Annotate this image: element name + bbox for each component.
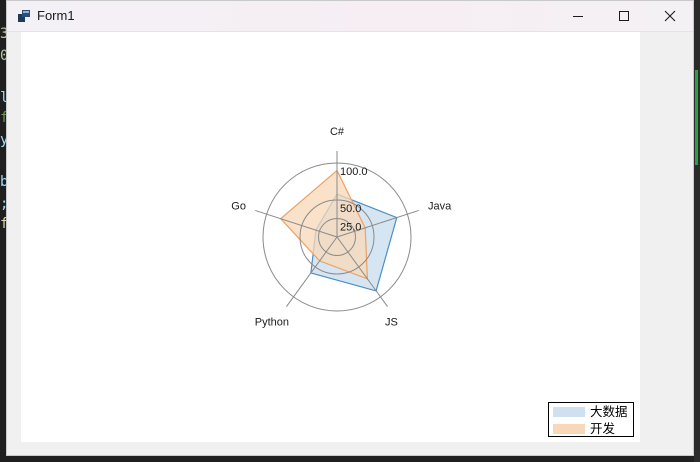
category-label: Go	[231, 200, 246, 212]
title-bar[interactable]: Form1	[7, 1, 693, 32]
maximize-icon	[619, 11, 629, 21]
legend: 大数据 开发	[548, 402, 634, 437]
change-marker	[695, 70, 698, 165]
close-icon	[664, 10, 676, 22]
close-button[interactable]	[647, 1, 693, 31]
category-label: JS	[385, 317, 398, 329]
window-title: Form1	[37, 8, 75, 23]
ring-tick-label: 25.0	[340, 222, 361, 234]
chart-area: 25.0 50.0 100.0 C# Java JS Python Go 大数据 开发	[21, 32, 640, 442]
ring-tick-label: 50.0	[340, 203, 361, 215]
legend-swatch	[553, 407, 585, 417]
legend-label: 大数据	[590, 404, 628, 419]
legend-item: 大数据	[549, 404, 633, 421]
radar-chart: 25.0 50.0 100.0 C# Java JS Python Go	[231, 126, 452, 329]
minimize-icon	[573, 16, 583, 17]
category-label: C#	[330, 126, 345, 138]
maximize-button[interactable]	[601, 1, 647, 31]
minimize-button[interactable]	[555, 1, 601, 31]
ring-tick-label: 100.0	[340, 166, 368, 178]
category-label: Python	[255, 317, 289, 329]
app-window-icon	[18, 10, 30, 22]
form-window: Form1 25.0 50.0 100.0 C# Java JS Python Go 大数据	[6, 0, 694, 456]
legend-item: 开发	[549, 421, 633, 438]
legend-label: 开发	[590, 421, 616, 436]
legend-swatch	[553, 424, 585, 434]
category-label: Java	[428, 200, 452, 212]
